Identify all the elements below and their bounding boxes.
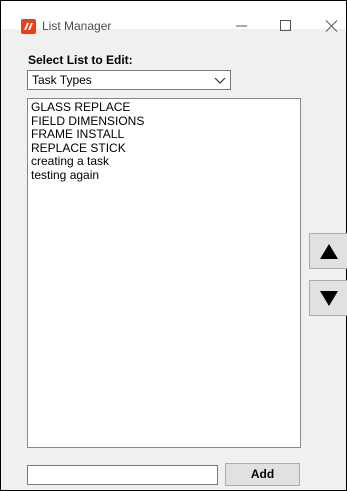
maximize-button[interactable] — [271, 15, 301, 37]
move-down-button[interactable] — [309, 280, 347, 316]
minimize-icon — [236, 25, 247, 27]
list-items-box[interactable]: GLASS REPLACE FIELD DIMENSIONS FRAME INS… — [27, 98, 301, 448]
add-button[interactable]: Add — [225, 463, 300, 486]
list-item[interactable]: GLASS REPLACE — [31, 100, 297, 115]
list-type-dropdown[interactable]: Task Types — [27, 70, 231, 90]
close-icon — [325, 20, 338, 32]
move-up-button[interactable] — [309, 233, 347, 269]
list-item[interactable]: FRAME INSTALL — [31, 127, 297, 142]
window-title: List Manager — [42, 19, 112, 33]
chevron-down-icon — [214, 77, 226, 84]
list-item[interactable]: REPLACE STICK — [31, 141, 297, 156]
list-item[interactable]: creating a task — [31, 154, 297, 169]
list-item[interactable]: testing again — [31, 168, 297, 183]
close-button[interactable] — [317, 15, 347, 37]
app-logo-icon — [21, 19, 36, 34]
new-item-input[interactable] — [27, 465, 218, 485]
select-list-label: Select List to Edit: — [28, 53, 133, 67]
minimize-button[interactable] — [227, 15, 257, 37]
dropdown-selected-value: Task Types — [32, 73, 92, 87]
maximize-icon — [280, 20, 291, 31]
arrow-up-icon — [320, 244, 338, 259]
list-manager-window: List Manager Select List to Edit: Task T… — [0, 0, 347, 491]
list-item[interactable]: FIELD DIMENSIONS — [31, 114, 297, 129]
arrow-down-icon — [320, 291, 338, 306]
